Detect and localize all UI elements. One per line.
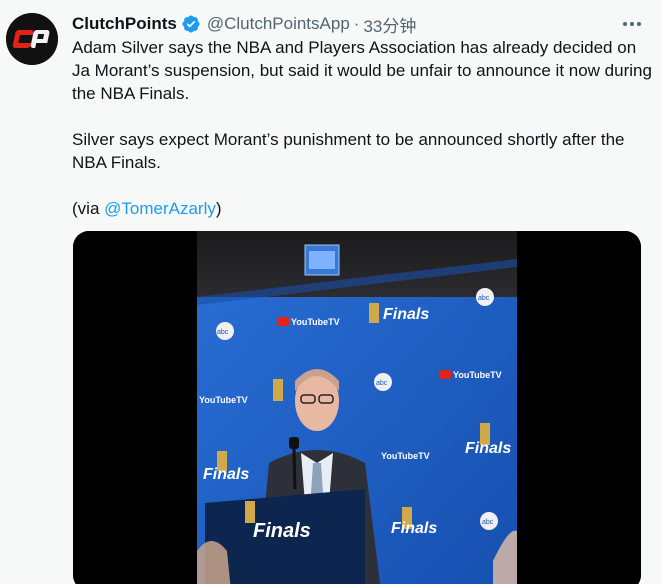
backdrop-finals-logo: Finals [383,306,429,323]
backdrop-abc-logo: abc [482,519,494,526]
user-handle[interactable]: @ClutchPointsApp [207,14,350,34]
via-suffix: ) [215,199,222,218]
clutchpoints-logo-icon [6,13,58,65]
backdrop-youtubetv-logo: YouTubeTV [199,395,248,405]
backdrop-youtubetv-logo: YouTubeTV [291,317,340,327]
avatar[interactable] [6,13,58,65]
podium: Finals [205,489,365,584]
tweet-text: Adam Silver says the NBA and Players Ass… [72,36,652,220]
backdrop-abc-logo: abc [478,295,490,302]
backdrop-finals-logo: Finals [203,466,249,483]
backdrop-finals-logo: Finals [391,520,437,537]
tweet-paragraph-2: Silver says expect Morant’s punishment t… [72,130,625,172]
backdrop-youtubetv-logo: YouTubeTV [381,451,430,461]
backdrop-abc-logo: abc [376,380,388,387]
podium-finals-logo: Finals [253,520,311,542]
mention-link[interactable]: @TomerAzarly [104,199,216,218]
more-horizontal-icon [623,22,627,26]
timestamp[interactable]: 33分钟 [363,12,416,37]
press-conference-video-frame: YouTubeTV abc Finals abc abc YouTubeTV Y… [73,231,641,584]
more-dot [637,22,641,26]
separator-dot: · [353,14,360,33]
tweet-paragraph-1: Adam Silver says the NBA and Players Ass… [72,38,652,103]
tweet-header: ClutchPoints @ClutchPointsApp · 33分钟 [72,12,416,36]
verified-badge-icon [181,14,201,34]
more-dot [630,22,634,26]
backdrop-finals-logo: Finals [465,440,511,457]
video-media[interactable]: YouTubeTV abc Finals abc abc YouTubeTV Y… [73,231,641,584]
backdrop-youtubetv-logo: YouTubeTV [453,370,502,380]
more-options-button[interactable] [620,14,644,34]
via-prefix: (via [72,199,105,218]
display-name[interactable]: ClutchPoints [72,14,177,34]
backdrop-abc-logo: abc [217,329,229,336]
tweet-paragraph-3: (via @TomerAzarly) [72,197,652,220]
tweet-card[interactable]: ClutchPoints @ClutchPointsApp · 33分钟 Ada… [0,0,662,584]
